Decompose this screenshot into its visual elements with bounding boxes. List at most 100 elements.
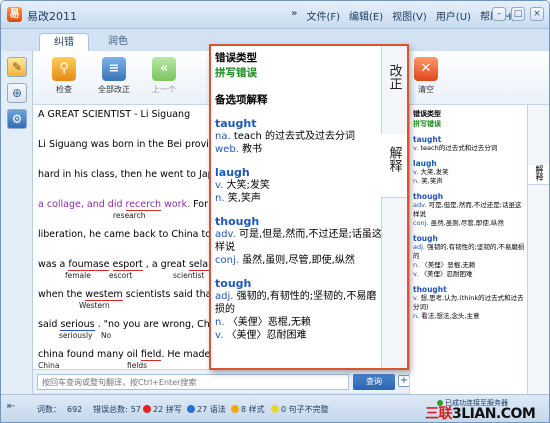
spelling-count-label: 22 拼写: [153, 405, 182, 414]
menu-edit[interactable]: 编辑(E): [349, 8, 383, 23]
search-button[interactable]: 查询: [353, 374, 395, 390]
pp-definition: adj. 强韧的,有韧性的;坚韧的,不易磨损的: [215, 290, 383, 316]
status-toggle-icon[interactable]: ⇤: [7, 401, 15, 412]
popup-tab-explain-label: 解释: [386, 146, 402, 172]
pp-definition-text: 〈美俚〉忍耐困难: [226, 330, 307, 341]
rp-side-tabs: 解释: [527, 105, 549, 394]
previous-label: 上一个: [152, 85, 176, 94]
line4-text-a: a collage, and did: [38, 199, 126, 210]
edit-mode-icon[interactable]: ✎: [7, 57, 27, 77]
style-dot-icon: [231, 405, 239, 413]
rp-definition: n. 看法,想法,念头,主意: [413, 312, 525, 321]
spelling-count[interactable]: 22 拼写: [143, 404, 182, 415]
popup-tab-correct[interactable]: 改正: [381, 52, 407, 108]
rp-definition: n. 〈美俚〉恶棍,无赖: [413, 261, 525, 270]
menu-chevron-icon[interactable]: »: [291, 8, 297, 23]
menu-file[interactable]: 文件(F): [306, 8, 340, 23]
error-foumase[interactable]: foumase: [68, 259, 110, 271]
rp-definition-text: 虽然,虽则,尽管,即使,纵然: [430, 219, 504, 227]
word-count: 词数： 692: [37, 404, 82, 415]
left-sidebar: ✎ ⊕ ⚙: [1, 51, 33, 394]
rp-part-of-speech: v.: [413, 168, 419, 176]
pp-word-3: tough: [215, 277, 252, 290]
pp-definition: n. 笑,笑声: [215, 192, 383, 205]
pp-definition-text: 虽然,虽则,尽管,即使,纵然: [242, 255, 355, 266]
suggestion-fields: fields: [127, 361, 148, 369]
tab-correct[interactable]: 纠错: [39, 33, 89, 51]
clear-label: 清空: [418, 85, 434, 94]
suggestion-no: No: [101, 331, 112, 340]
suggestion-western: Western: [79, 301, 110, 310]
suggestion-research: research: [113, 211, 146, 220]
incomplete-count-label: 0 句子不完整: [281, 405, 329, 414]
rp-word-3: tough: [413, 234, 438, 243]
rp-tab-explain[interactable]: 解释: [528, 165, 549, 185]
previous-button[interactable]: « 上一个: [141, 57, 187, 95]
grammar-dot-icon: [187, 405, 195, 413]
menu-bar: » 文件(F) 编辑(E) 视图(V) 用户(U) 帮助(H): [291, 8, 515, 23]
pp-word-2: though: [215, 215, 260, 228]
pp-definition: v. 大笑;发笑: [215, 179, 383, 192]
style-count[interactable]: 8 样式: [231, 404, 265, 415]
editor-line-6: was a foumase esport , a great selantish: [38, 259, 232, 271]
error-westem[interactable]: westem: [85, 289, 123, 301]
popup-options-label: 备选项解释: [215, 94, 268, 106]
pp-definition-text: 〈美俚〉恶棍,无赖: [227, 317, 311, 328]
grammar-count[interactable]: 27 语法: [187, 404, 226, 415]
rp-definition-text: 强韧的,有韧性的;坚韧的,不易磨损的: [413, 243, 525, 260]
suggestion-scientist: scientist: [173, 271, 205, 280]
rp-definition-text: teach的过去式和过去分词: [420, 144, 498, 152]
watermark-part1: 三联: [425, 406, 453, 422]
watermark: 三联3LIAN.COM: [425, 403, 536, 422]
rp-word-2: though: [413, 192, 444, 201]
error-serious[interactable]: serious: [60, 319, 95, 331]
rp-definition-text: 看法,想法,念头,主意: [421, 312, 480, 320]
rp-error-type: 拼写错误: [413, 120, 441, 128]
suggestion-china: China: [38, 361, 60, 369]
error-field[interactable]: field: [140, 349, 162, 361]
pp-definition: conj. 虽然,虽则,尽管,即使,纵然: [215, 254, 383, 267]
pp-definition: web. 教书: [215, 143, 383, 156]
tab-polish[interactable]: 润色: [93, 33, 143, 51]
rp-definition-text: 可是,但是,然而,不过还是;话虽这样说: [413, 201, 522, 218]
minimize-button[interactable]: –: [492, 7, 506, 21]
explanation-pane: 错误类型 拼写错误 taught v. teach的过去式和过去分词 laugh v.…: [409, 105, 549, 394]
settings-gear-icon[interactable]: ⚙: [7, 109, 27, 129]
pp-definition-text: teach 的过去式及过去分词: [233, 131, 356, 142]
pp-definition: n. 〈美俚〉恶棍,无赖: [215, 316, 383, 329]
search-input[interactable]: [37, 374, 349, 390]
pp-definition: adv. 可是,但是,然而,不过还是;话虽这样说: [215, 228, 383, 254]
error-esport[interactable]: esport: [112, 259, 143, 271]
close-button[interactable]: ×: [530, 7, 544, 21]
check-label: 检查: [56, 85, 72, 94]
rp-part-of-speech: conj.: [413, 219, 429, 227]
rp-definition: n. 笑,笑声: [413, 177, 525, 186]
maximize-button[interactable]: □: [511, 7, 525, 21]
app-window: 易 易改2011 » 文件(F) 编辑(E) 视图(V) 用户(U) 帮助(H)…: [0, 0, 550, 423]
check-button[interactable]: ⚲ 检查: [41, 57, 87, 95]
spelling-dot-icon: [143, 405, 151, 413]
previous-arrow-icon: «: [152, 57, 176, 81]
rp-definition-text: 〈美俚〉恶棍,无赖: [421, 261, 476, 269]
menu-user[interactable]: 用户(U): [436, 8, 471, 23]
popup-tab-explain[interactable]: 解释: [381, 134, 407, 198]
popup-error-type: 拼写错误: [215, 67, 257, 79]
line7-text-a: when the: [38, 289, 86, 300]
total-errors-label: 错误总数:: [93, 405, 128, 414]
rp-definition: v. 想,思考,认为,(think的过去式和过去分词): [413, 294, 525, 312]
pp-word-0: taught: [215, 117, 257, 130]
title-bar: 易 易改2011 » 文件(F) 编辑(E) 视图(V) 用户(U) 帮助(H)…: [1, 1, 549, 29]
error-recerch[interactable]: recerch: [125, 199, 162, 211]
rp-definition: v. 大笑,发笑: [413, 168, 525, 177]
rp-part-of-speech: n.: [413, 261, 420, 269]
incomplete-count[interactable]: 0 句子不完整: [271, 404, 329, 415]
menu-view[interactable]: 视图(V): [392, 8, 427, 23]
compass-icon[interactable]: ⊕: [7, 83, 27, 103]
rp-definition: v. teach的过去式和过去分词: [413, 144, 525, 153]
editor-line-9: china found many oil field. He made grea: [38, 349, 235, 361]
correct-all-button[interactable]: ≡ 全部改正: [91, 57, 137, 95]
rp-definition: v. 〈美俚〉忍耐困难: [413, 270, 525, 279]
rp-definition-text: 想,思考,认为,(think的过去式和过去分词): [413, 294, 524, 311]
clear-button[interactable]: ✕ 清空: [403, 57, 449, 95]
line8-text-a: said: [38, 319, 61, 330]
